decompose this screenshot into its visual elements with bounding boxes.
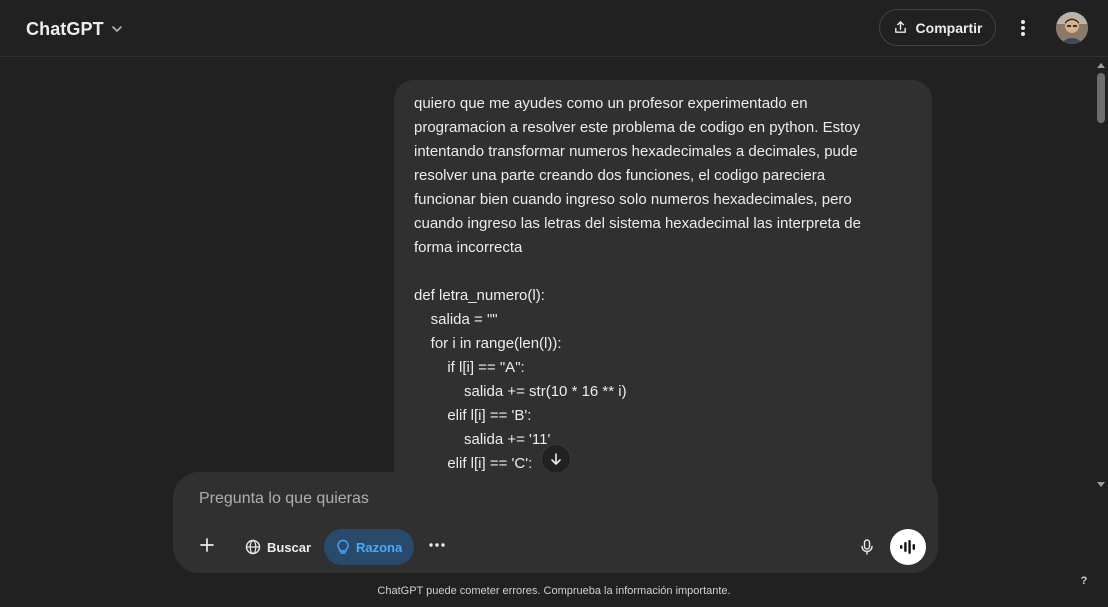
- help-button[interactable]: ?: [1076, 575, 1092, 591]
- share-icon: [894, 21, 906, 33]
- avatar-image: [1056, 12, 1088, 44]
- message-line: salida += str(10 * 16 ** i): [414, 383, 627, 400]
- message-line: resolver una parte creando dos funciones…: [414, 167, 826, 184]
- scroll-up-arrow-icon[interactable]: [1097, 63, 1105, 68]
- chevron-down-icon: [111, 26, 122, 32]
- message-line: funcionar bien cuando ingreso solo numer…: [414, 191, 852, 208]
- share-label: Compartir: [915, 19, 983, 36]
- message-line: quiero que me ayudes como un profesor ex…: [414, 95, 808, 112]
- plus-icon: [200, 538, 214, 552]
- message-line: salida += '11': [414, 431, 551, 448]
- more-options-button[interactable]: [1008, 13, 1038, 43]
- message-line: def letra_numero(l):: [414, 287, 545, 304]
- composer: Pregunta lo que quieras Buscar Razona: [173, 472, 938, 573]
- voice-waveform-icon: [900, 540, 915, 554]
- share-button[interactable]: Compartir: [879, 9, 996, 46]
- message-line: programacion a resolver este problema de…: [414, 119, 861, 136]
- page-scrollbar[interactable]: [1094, 57, 1108, 607]
- top-bar: ChatGPT Compartir: [0, 0, 1108, 57]
- user-avatar[interactable]: [1056, 12, 1088, 44]
- arrow-down-icon: [551, 453, 561, 465]
- voice-mode-button[interactable]: [890, 529, 926, 565]
- reason-button[interactable]: Razona: [324, 529, 415, 565]
- scroll-to-bottom-button[interactable]: [541, 444, 571, 474]
- message-line: [414, 260, 912, 284]
- message-line: for i in range(len(l)):: [414, 335, 562, 352]
- more-tools-button[interactable]: [421, 529, 453, 561]
- search-button[interactable]: Buscar: [233, 529, 323, 565]
- dictate-button[interactable]: [851, 531, 883, 563]
- model-name: ChatGPT: [26, 18, 104, 39]
- search-label: Buscar: [267, 539, 312, 555]
- message-line: elif l[i] == 'B':: [414, 407, 532, 424]
- prompt-input[interactable]: Pregunta lo que quieras: [199, 490, 369, 508]
- model-selector[interactable]: ChatGPT: [16, 14, 134, 44]
- message-line: intentando transformar numeros hexadecim…: [414, 143, 858, 160]
- message-line: salida = "": [414, 311, 498, 328]
- more-horizontal-icon: [429, 543, 445, 547]
- reason-label: Razona: [356, 539, 403, 555]
- message-line: cuando ingreso las letras del sistema he…: [414, 215, 861, 232]
- user-message-bubble: quiero que me ayudes como un profesor ex…: [394, 80, 932, 500]
- message-line: forma incorrecta: [414, 239, 523, 256]
- microphone-icon: [861, 539, 873, 555]
- lightbulb-icon: [337, 539, 349, 554]
- disclaimer: ChatGPT puede cometer errores. Comprueba…: [377, 585, 731, 597]
- attach-button[interactable]: [191, 529, 223, 561]
- message-line: if l[i] == "A":: [414, 359, 525, 376]
- scroll-down-arrow-icon[interactable]: [1097, 482, 1105, 487]
- scrollbar-thumb[interactable]: [1097, 73, 1105, 123]
- globe-icon: [245, 539, 261, 555]
- more-vertical-icon: [1021, 20, 1025, 36]
